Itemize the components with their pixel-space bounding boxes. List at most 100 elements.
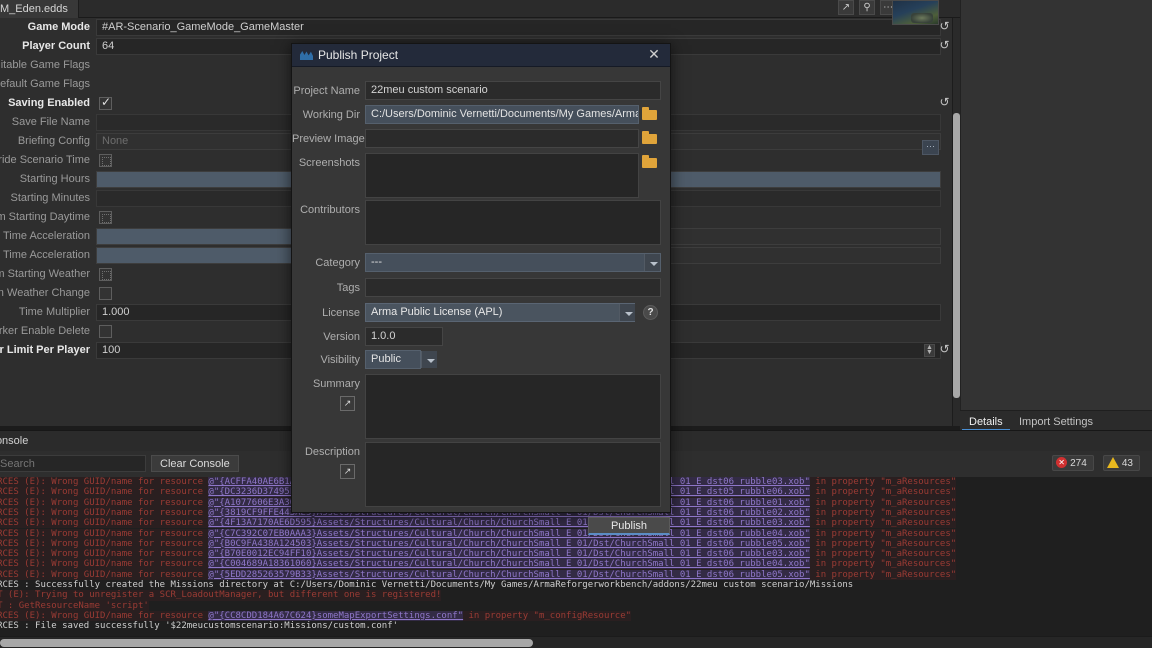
property-checkbox[interactable] bbox=[99, 287, 112, 300]
log-message: RESOURCES : Successfully created the Mis… bbox=[0, 580, 853, 590]
property-label: Day Time Acceleration bbox=[0, 230, 90, 242]
log-resource-link[interactable]: @"{4F13A7170AE6D595}Assets/Structures/Cu… bbox=[208, 518, 809, 528]
log-resource-link[interactable]: @"{B70E0012EC94FF10}Assets/Structures/Cu… bbox=[208, 549, 809, 559]
console-search-input[interactable] bbox=[0, 455, 146, 472]
console-log-line[interactable]: RESOURCES : File saved successfully '$22… bbox=[0, 621, 398, 631]
preview-image-input[interactable] bbox=[365, 129, 639, 148]
version-input[interactable]: 1.0.0 bbox=[365, 327, 443, 346]
summary-expand-icon[interactable]: ↗ bbox=[340, 396, 355, 411]
revert-icon[interactable]: ↺ bbox=[938, 96, 951, 110]
property-spinner[interactable]: ▲▼ bbox=[924, 344, 935, 357]
version-label: Version bbox=[292, 331, 360, 343]
scrollbar-thumb[interactable] bbox=[953, 113, 960, 398]
search-icon[interactable]: ⚲ bbox=[859, 0, 875, 15]
preview-image-folder-icon[interactable] bbox=[642, 130, 659, 147]
revert-icon[interactable]: ↺ bbox=[938, 343, 951, 357]
preview-thumbnail[interactable] bbox=[892, 0, 939, 25]
chevron-down-icon[interactable] bbox=[644, 254, 660, 271]
log-resource-link[interactable]: @"{C7C392C07EB0AAA3}Assets/Structures/Cu… bbox=[208, 529, 809, 539]
project-name-input[interactable]: 22meu custom scenario bbox=[365, 81, 661, 100]
chevron-down-icon[interactable] bbox=[619, 304, 635, 321]
description-expand-icon[interactable]: ↗ bbox=[340, 464, 355, 479]
properties-vertical-scrollbar[interactable] bbox=[953, 18, 960, 426]
console-log-line[interactable]: RESOURCES : Successfully created the Mis… bbox=[0, 580, 853, 590]
screenshots-input[interactable] bbox=[365, 153, 639, 198]
property-label: Briefing Config bbox=[0, 135, 90, 147]
property-label: Map Marker Limit Per Player bbox=[0, 344, 90, 356]
category-select[interactable]: --- bbox=[365, 253, 661, 272]
hscroll-thumb[interactable] bbox=[0, 639, 533, 647]
property-label: Random Starting Weather bbox=[0, 268, 90, 280]
log-resource-link[interactable]: @"{C004689A18361060}Assets/Structures/Cu… bbox=[208, 559, 809, 569]
console-log-line[interactable]: RESOURCES (E): Wrong GUID/name for resou… bbox=[0, 529, 956, 539]
property-label: Player Count bbox=[0, 40, 90, 52]
close-icon[interactable]: ✕ bbox=[646, 47, 662, 63]
contributors-input[interactable] bbox=[365, 200, 661, 245]
console-log-line[interactable]: RESOURCES (E): Wrong GUID/name for resou… bbox=[0, 559, 956, 569]
log-property-suffix: in property "m_aResources" bbox=[810, 518, 956, 528]
license-select[interactable]: Arma Public License (APL) bbox=[365, 303, 635, 322]
revert-icon[interactable]: ↺ bbox=[938, 39, 951, 53]
working-dir-folder-icon[interactable] bbox=[642, 106, 659, 123]
working-dir-input[interactable]: C:/Users/Dominic Vernetti/Documents/My G… bbox=[365, 105, 639, 124]
summary-input[interactable] bbox=[365, 374, 661, 439]
inspector-body bbox=[961, 0, 1152, 410]
console-log-line[interactable]: SCRIPT : GetResourceName 'script' bbox=[0, 601, 149, 611]
console-log-line[interactable]: RESOURCES (E): Wrong GUID/name for resou… bbox=[0, 570, 956, 580]
summary-label: Summary bbox=[292, 378, 360, 390]
revert-icon[interactable]: ↺ bbox=[938, 20, 951, 34]
log-message: RESOURCES (E): Wrong GUID/name for resou… bbox=[0, 477, 208, 487]
screenshots-browse-button[interactable]: ⋯ bbox=[922, 140, 939, 155]
property-label: Override Scenario Time bbox=[0, 154, 90, 166]
log-message: RESOURCES : File saved successfully '$22… bbox=[0, 621, 398, 631]
external-link-icon[interactable]: ↗ bbox=[838, 0, 854, 15]
property-label: Random Weather Change bbox=[0, 287, 90, 299]
log-message: RESOURCES (E): Wrong GUID/name for resou… bbox=[0, 559, 208, 569]
chevron-down-icon[interactable] bbox=[421, 351, 437, 368]
console-log-line[interactable]: RESOURCES (E): Wrong GUID/name for resou… bbox=[0, 539, 956, 549]
log-message: RESOURCES (E): Wrong GUID/name for resou… bbox=[0, 487, 208, 497]
property-label: Saving Enabled bbox=[0, 97, 90, 109]
contributors-label: Contributors bbox=[292, 204, 360, 216]
log-resource-link[interactable]: @"{CC8CDD184A67C624}someMapExportSetting… bbox=[208, 611, 463, 621]
status-badges: ✕274 43 bbox=[1046, 455, 1140, 471]
log-resource-link[interactable]: @"{5EDD285263579B33}Assets/Structures/Cu… bbox=[208, 570, 809, 580]
log-property-suffix: in property "m_configResource" bbox=[463, 611, 631, 621]
log-message: SCRIPT : GetResourceName 'script' bbox=[0, 601, 149, 611]
console-log-line[interactable]: RESOURCES (E): Wrong GUID/name for resou… bbox=[0, 518, 956, 528]
tab-m-eden-edds[interactable]: M_Eden.edds bbox=[0, 0, 79, 18]
log-property-suffix: in property "m_aResources" bbox=[810, 487, 956, 497]
error-count-badge[interactable]: ✕274 bbox=[1052, 455, 1094, 471]
license-help-icon[interactable]: ? bbox=[643, 305, 658, 320]
tab-import-settings[interactable]: Import Settings bbox=[1012, 413, 1100, 431]
tags-input[interactable] bbox=[365, 278, 661, 297]
console-log-line[interactable]: RESOURCES (E): Wrong GUID/name for resou… bbox=[0, 611, 631, 621]
log-resource-link[interactable]: @"{B0C9FA438A124503}Assets/Structures/Cu… bbox=[208, 539, 809, 549]
description-input[interactable] bbox=[365, 442, 661, 507]
dialog-body: Project Name 22meu custom scenario Worki… bbox=[292, 67, 670, 513]
console-horizontal-scrollbar[interactable] bbox=[0, 636, 1152, 648]
dialog-titlebar[interactable]: Publish Project ✕ bbox=[292, 44, 670, 67]
property-checkbox[interactable] bbox=[99, 97, 112, 110]
property-label: Map Marker Enable Delete bbox=[0, 325, 90, 337]
property-checkbox[interactable] bbox=[99, 268, 112, 281]
log-property-suffix: in property "m_aResources" bbox=[810, 559, 956, 569]
console-log-line[interactable]: SCRIPT (E): Trying to unregister a SCR_L… bbox=[0, 590, 441, 600]
description-label: Description bbox=[292, 446, 360, 458]
console-log-line[interactable]: RESOURCES (E): Wrong GUID/name for resou… bbox=[0, 549, 956, 559]
publish-button[interactable]: Publish bbox=[588, 517, 670, 535]
license-label: License bbox=[292, 307, 360, 319]
tab-details[interactable]: Details bbox=[962, 413, 1010, 431]
log-property-suffix: in property "m_aResources" bbox=[810, 477, 956, 487]
warning-count-badge[interactable]: 43 bbox=[1103, 455, 1140, 471]
property-value-input[interactable]: #AR-Scenario_GameMode_GameMaster bbox=[96, 19, 941, 36]
property-toolbar: ↗ ⚲ ⋯ bbox=[838, 0, 898, 16]
property-checkbox[interactable] bbox=[99, 211, 112, 224]
visibility-select[interactable]: Public bbox=[365, 350, 421, 369]
property-checkbox[interactable] bbox=[99, 154, 112, 167]
screenshots-folder-icon[interactable] bbox=[642, 154, 659, 171]
log-property-suffix: in property "m_aResources" bbox=[810, 549, 956, 559]
editor-tabstrip: M_Eden.edds bbox=[0, 0, 960, 18]
property-checkbox[interactable] bbox=[99, 325, 112, 338]
clear-console-button[interactable]: Clear Console bbox=[151, 455, 239, 472]
